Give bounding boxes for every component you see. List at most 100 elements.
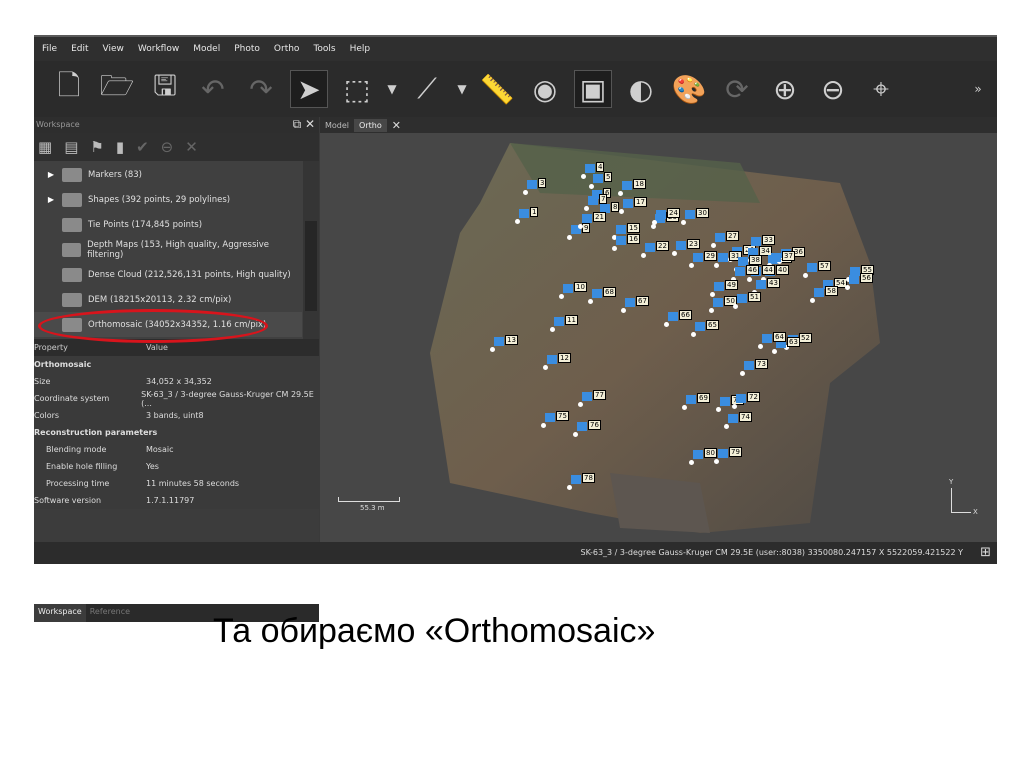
tree-item[interactable]: Tie Points (174,845 points)	[34, 212, 302, 237]
scrollbar[interactable]	[303, 161, 319, 339]
menu-tools[interactable]: Tools	[313, 44, 335, 54]
expand-arrow-icon[interactable]: ▶	[44, 195, 58, 204]
more-icon[interactable]: »	[959, 70, 997, 108]
tree-item[interactable]: ▶ Markers (83)	[34, 162, 302, 187]
tab-ortho[interactable]: Ortho	[354, 118, 387, 132]
marker-label: 27	[726, 231, 739, 241]
close-icon[interactable]: ⧉ ✕	[293, 117, 315, 132]
chevron-down-icon[interactable]: ▼	[386, 70, 398, 108]
minus-icon[interactable]: ⊖	[161, 138, 174, 156]
menu-model[interactable]: Model	[193, 44, 220, 54]
flag-icon	[720, 397, 730, 406]
axis-x-label: X	[973, 508, 978, 516]
marker-label: 13	[505, 335, 518, 345]
flag-icon	[585, 164, 595, 173]
property-name: Size	[34, 377, 51, 386]
flag-icon	[695, 322, 705, 331]
menu-ortho[interactable]: Ortho	[274, 44, 300, 54]
marker-label: 69	[697, 393, 710, 403]
check-icon[interactable]: ✔	[136, 138, 149, 156]
menu-workflow[interactable]: Workflow	[138, 44, 179, 54]
marker-point	[584, 206, 589, 211]
property-name: Colors	[34, 411, 60, 420]
marker-point	[612, 246, 617, 251]
remove-icon[interactable]: ✕	[185, 138, 198, 156]
marker-label: 37	[782, 251, 795, 261]
flag-icon	[616, 236, 626, 245]
tree-item-label: Markers (83)	[88, 169, 142, 180]
flag-icon	[676, 241, 686, 250]
ruler-tool-icon[interactable]: ⟋	[408, 70, 446, 108]
marker-label: 68	[603, 287, 616, 297]
close-tab-icon[interactable]: ✕	[387, 117, 406, 134]
marker-point	[747, 277, 752, 282]
refresh-icon[interactable]: ⟳	[718, 70, 756, 108]
network-icon[interactable]: ⊞	[980, 545, 991, 560]
dem-icon[interactable]: ◉	[526, 70, 564, 108]
menu-edit[interactable]: Edit	[71, 44, 88, 54]
flag-icon	[814, 288, 824, 297]
marker-point	[716, 407, 721, 412]
tab-model[interactable]: Model	[320, 119, 354, 132]
property-value: 34,052 x 34,352	[146, 377, 212, 386]
menu-help[interactable]: Help	[350, 44, 371, 54]
tab-reference[interactable]: Reference	[86, 604, 134, 622]
zoom-in-icon[interactable]: ⊕	[766, 70, 804, 108]
property-value: 1.7.1.11797	[146, 496, 195, 505]
rectangle-select-icon[interactable]: ⬚	[338, 70, 376, 108]
marker-point	[709, 308, 714, 313]
open-folder-icon[interactable]: 🗁	[98, 69, 136, 108]
marker-label: 63	[787, 337, 800, 347]
ruler-icon[interactable]: 📏	[478, 70, 516, 108]
zoom-out-icon[interactable]: ⊖	[814, 70, 852, 108]
expand-arrow-icon[interactable]: ▶	[44, 170, 58, 179]
tree-item[interactable]: Dense Cloud (212,526,131 points, High qu…	[34, 262, 302, 287]
add-marker-icon[interactable]: ⚑	[90, 138, 103, 156]
palette-icon[interactable]: 🎨	[670, 70, 708, 108]
marker-point	[732, 404, 737, 409]
chevron-down-icon[interactable]: ▼	[456, 70, 468, 108]
marker-label: 67	[636, 296, 649, 306]
menu-view[interactable]: View	[103, 44, 124, 54]
axis-y-label: Y	[949, 478, 954, 486]
slide-caption: Та обираємо «Orthomosaic»	[213, 612, 656, 650]
undo-icon[interactable]: ↶	[194, 70, 232, 108]
add-chunk-icon[interactable]: ▦	[38, 138, 52, 156]
flag-icon	[616, 225, 626, 234]
status-bar: SK-63_3 / 3-degree Gauss-Kruger CM 29.5E…	[34, 542, 997, 564]
marker-label: 64	[773, 332, 786, 342]
status-text: SK-63_3 / 3-degree Gauss-Kruger CM 29.5E…	[580, 548, 963, 557]
contrast-icon[interactable]: ◐	[622, 70, 660, 108]
tab-workspace[interactable]: Workspace	[34, 604, 86, 622]
flag-icon	[519, 209, 529, 218]
new-file-icon[interactable]: 🗋	[50, 69, 88, 108]
property-row: Blending mode Mosaic	[34, 441, 319, 458]
fit-view-icon[interactable]: ⌖	[862, 70, 900, 108]
add-scalebar-icon[interactable]: ▮	[116, 138, 124, 156]
menu-photo[interactable]: Photo	[234, 44, 260, 54]
toolbar: 🗋 🗁 🖫 ↶ ↷ ➤ ⬚ ▼ ⟋ ▼ 📏 ◉ ▣ ◐ 🎨 ⟳ ⊕ ⊖ ⌖ »	[34, 61, 997, 117]
menu-file[interactable]: File	[42, 44, 57, 54]
pointer-icon[interactable]: ➤	[290, 70, 328, 108]
property-name: Reconstruction parameters	[34, 428, 158, 437]
property-name: Blending mode	[46, 445, 107, 454]
add-photos-icon[interactable]: ▤	[64, 138, 78, 156]
redo-icon[interactable]: ↷	[242, 70, 280, 108]
marker-label: 12	[558, 353, 571, 363]
flag-icon	[547, 355, 557, 364]
flag-icon	[693, 253, 703, 262]
marker-label: 52	[799, 333, 812, 343]
marker-point	[714, 263, 719, 268]
orthomosaic-icon[interactable]: ▣	[574, 70, 612, 108]
marker-label: 40	[776, 265, 789, 275]
save-icon[interactable]: 🖫	[146, 69, 184, 108]
scale-bar: 55.3 m	[338, 497, 400, 512]
marker-label: 24	[667, 208, 680, 218]
marker-point	[664, 322, 669, 327]
marker-point	[691, 332, 696, 337]
marker-label: 80	[704, 448, 717, 458]
tree-item[interactable]: ▶ Shapes (392 points, 29 polylines)	[34, 187, 302, 212]
tree-item[interactable]: Depth Maps (153, High quality, Aggressiv…	[34, 237, 302, 262]
orthomosaic-map[interactable]: 1345678910111213151617182021222324272829…	[320, 133, 997, 542]
property-value: SK-63_3 / 3-degree Gauss-Kruger CM 29.5E…	[141, 389, 314, 408]
